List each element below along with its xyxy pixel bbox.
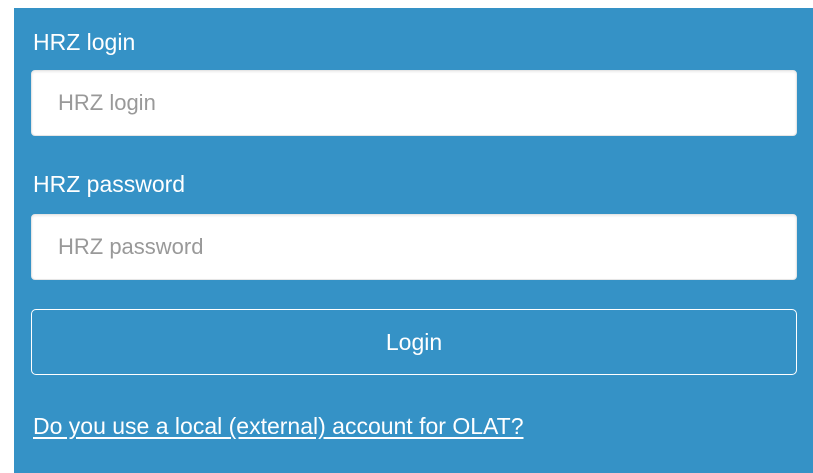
login-input[interactable] [31,70,797,136]
password-input[interactable] [31,214,797,280]
external-account-link[interactable]: Do you use a local (external) account fo… [33,412,523,440]
login-field-label: HRZ login [33,29,136,55]
login-button[interactable]: Login [31,309,797,375]
login-panel: HRZ login HRZ password Login Do you use … [14,8,813,473]
password-field-label: HRZ password [33,171,186,197]
